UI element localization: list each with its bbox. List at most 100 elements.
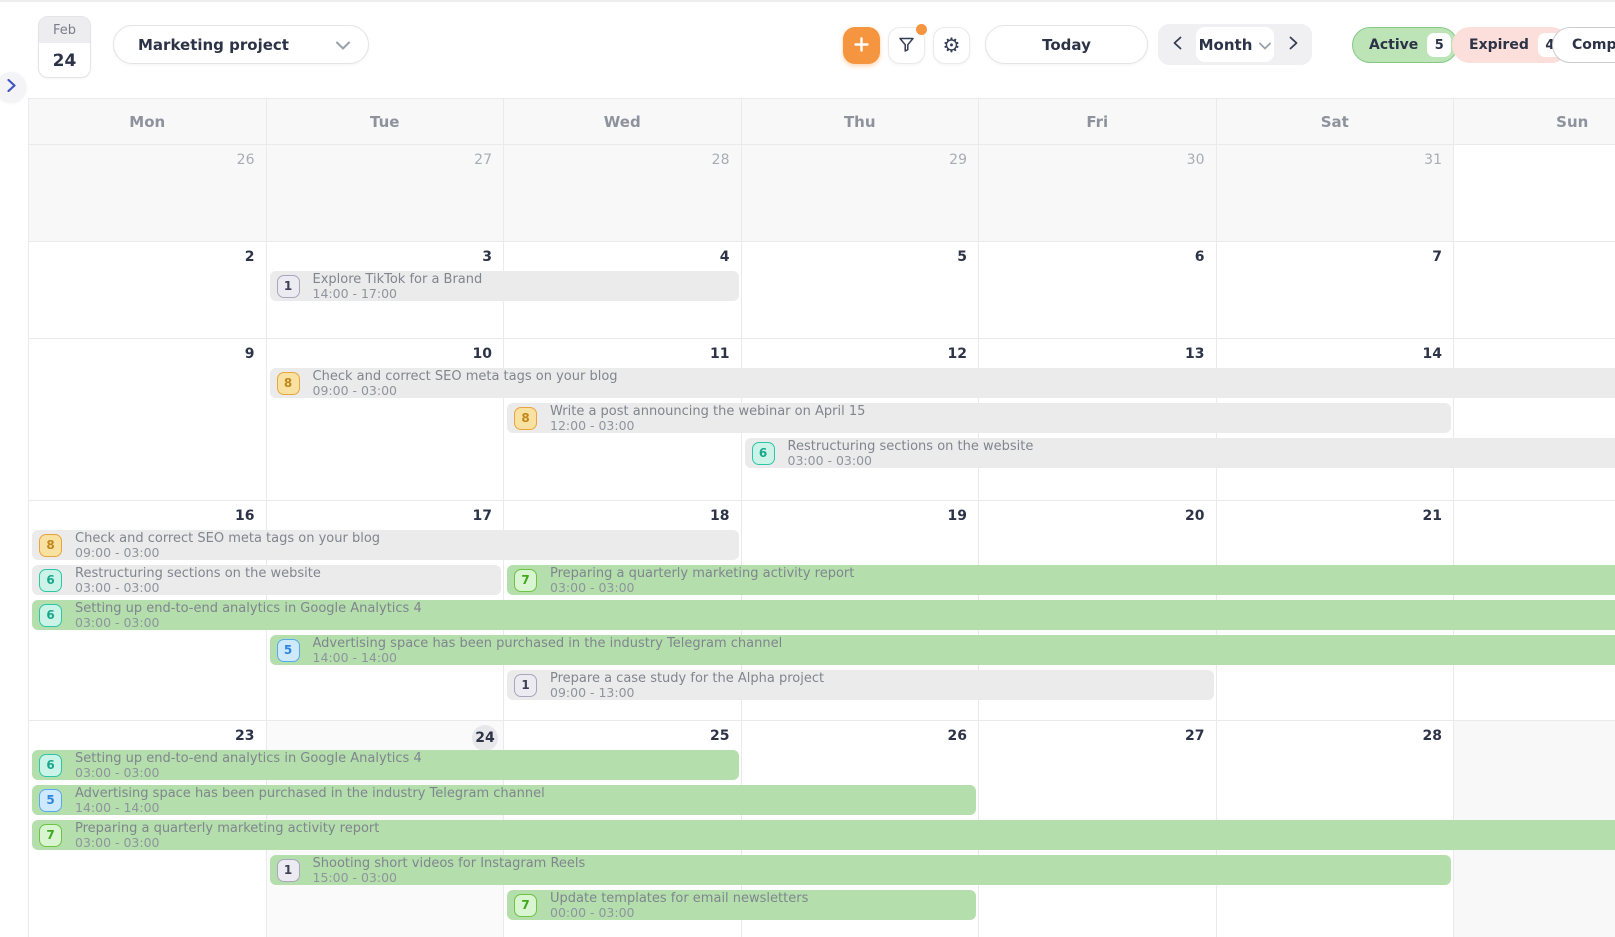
day-cell[interactable]: 2 bbox=[29, 242, 267, 338]
day-cell[interactable]: 28 bbox=[504, 145, 742, 241]
event-time: 09:00 - 03:00 bbox=[313, 384, 618, 398]
event-title: Advertising space has been purchased in … bbox=[75, 786, 545, 801]
event-title: Explore TikTok for a Brand bbox=[313, 272, 483, 287]
event-text: Restructuring sections on the website03:… bbox=[75, 566, 321, 595]
view-selector-label: Month bbox=[1199, 36, 1253, 54]
week-row: 161718192021228Check and correct SEO met… bbox=[29, 501, 1615, 721]
chevron-left-icon bbox=[1173, 36, 1182, 53]
week-row: 91011121314158Check and correct SEO meta… bbox=[29, 339, 1615, 501]
view-switcher: Month bbox=[1158, 24, 1312, 65]
event-count-badge: 7 bbox=[39, 824, 62, 847]
day-number: 10 bbox=[473, 346, 492, 362]
day-header-tue: Tue bbox=[267, 99, 505, 144]
event-bar[interactable]: 6Setting up end-to-end analytics in Goog… bbox=[32, 600, 1615, 630]
day-cell[interactable]: 15 bbox=[1454, 339, 1615, 500]
day-cell[interactable]: 31 bbox=[1217, 145, 1455, 241]
day-number: 16 bbox=[235, 508, 254, 524]
event-title: Check and correct SEO meta tags on your … bbox=[75, 531, 380, 546]
event-time: 09:00 - 13:00 bbox=[550, 686, 824, 700]
event-title: Shooting short videos for Instagram Reel… bbox=[313, 856, 586, 871]
today-button[interactable]: Today bbox=[985, 25, 1148, 64]
event-bar[interactable]: 5Advertising space has been purchased in… bbox=[270, 635, 1615, 665]
event-bar[interactable]: 8Check and correct SEO meta tags on your… bbox=[270, 368, 1615, 398]
day-cell[interactable]: 5 bbox=[742, 242, 980, 338]
event-bar[interactable]: 7 Preparing a quarterly marketing activit… bbox=[32, 820, 1615, 850]
event-bar[interactable]: 1Shooting short videos for Instagram Ree… bbox=[270, 855, 1452, 885]
event-count-badge: 6 bbox=[39, 754, 62, 777]
event-bar[interactable]: 5Advertising space has been purchased in… bbox=[32, 785, 976, 815]
event-text: Write a post announcing the webinar on A… bbox=[550, 404, 865, 433]
add-event-button[interactable] bbox=[843, 27, 880, 64]
event-bar[interactable]: 7 Preparing a quarterly marketing activit… bbox=[507, 565, 1615, 595]
event-time: 12:00 - 03:00 bbox=[550, 419, 865, 433]
event-text: Preparing a quarterly marketing activity… bbox=[75, 821, 379, 850]
day-cell[interactable]: 6 bbox=[979, 242, 1217, 338]
week-row: 23242526272816Setting up end-to-end anal… bbox=[29, 721, 1615, 937]
day-number: 19 bbox=[948, 508, 967, 524]
event-bar[interactable]: 8Write a post announcing the webinar on … bbox=[507, 403, 1451, 433]
filter-completed-pill[interactable]: Compl bbox=[1552, 27, 1615, 63]
event-title: Preparing a quarterly marketing activity… bbox=[550, 566, 854, 581]
event-count-badge: 6 bbox=[39, 569, 62, 592]
filter-expired-label: Expired bbox=[1469, 37, 1529, 53]
day-number: 4 bbox=[720, 249, 730, 265]
day-number: 21 bbox=[1423, 508, 1442, 524]
chevron-right-icon bbox=[1289, 36, 1298, 53]
day-cell[interactable]: 29 bbox=[742, 145, 980, 241]
prev-period-button[interactable] bbox=[1158, 24, 1196, 65]
day-number: 28 bbox=[712, 152, 730, 168]
project-selector-label: Marketing project bbox=[138, 36, 289, 54]
day-cell[interactable]: 10 bbox=[267, 339, 505, 500]
day-cell[interactable]: 30 bbox=[979, 145, 1217, 241]
event-count-badge: 5 bbox=[277, 639, 300, 662]
day-number: 28 bbox=[1423, 728, 1442, 744]
day-header-mon: Mon bbox=[29, 99, 267, 144]
day-cell[interactable]: 26 bbox=[29, 145, 267, 241]
day-number: 27 bbox=[474, 152, 492, 168]
event-bar[interactable]: 1Prepare a case study for the Alpha proj… bbox=[507, 670, 1214, 700]
event-text: Setting up end-to-end analytics in Googl… bbox=[75, 601, 422, 630]
day-cell[interactable]: 7 bbox=[1217, 242, 1455, 338]
event-bar[interactable]: 6 Restructuring sections on the website03… bbox=[32, 565, 501, 595]
project-selector[interactable]: Marketing project bbox=[113, 25, 369, 64]
filter-button[interactable] bbox=[888, 27, 925, 64]
next-period-button[interactable] bbox=[1274, 24, 1312, 65]
event-count-badge: 7 bbox=[514, 569, 537, 592]
event-bar[interactable]: 8Check and correct SEO meta tags on your… bbox=[32, 530, 739, 560]
event-title: Setting up end-to-end analytics in Googl… bbox=[75, 601, 422, 616]
day-number: 20 bbox=[1185, 508, 1204, 524]
sidebar-expand-button[interactable] bbox=[0, 72, 26, 102]
day-header-sun: Sun bbox=[1454, 99, 1615, 144]
day-cell[interactable]: 9 bbox=[29, 339, 267, 500]
day-number: 18 bbox=[710, 508, 729, 524]
event-title: Setting up end-to-end analytics in Googl… bbox=[75, 751, 422, 766]
filter-active-pill[interactable]: Active 5 bbox=[1352, 27, 1458, 63]
day-number: 25 bbox=[710, 728, 729, 744]
event-bar[interactable]: 6 Setting up end-to-end analytics in Goog… bbox=[32, 750, 739, 780]
day-cell[interactable]: 1 bbox=[1454, 145, 1615, 241]
day-number: 31 bbox=[1424, 152, 1442, 168]
date-badge: Feb 24 bbox=[38, 16, 91, 78]
event-bar[interactable]: 1Explore TikTok for a Brand14:00 - 17:00 bbox=[270, 271, 739, 301]
event-bar[interactable]: 6Restructuring sections on the website03… bbox=[745, 438, 1615, 468]
event-count-badge: 7 bbox=[514, 894, 537, 917]
day-number: 12 bbox=[948, 346, 967, 362]
day-number: 26 bbox=[237, 152, 255, 168]
event-title: Update templates for email newsletters bbox=[550, 891, 808, 906]
day-number: 23 bbox=[235, 728, 254, 744]
filter-active-label: Active bbox=[1369, 37, 1418, 53]
settings-button[interactable]: ⚙ bbox=[933, 27, 970, 64]
event-count-badge: 8 bbox=[277, 372, 300, 395]
gear-icon: ⚙ bbox=[943, 33, 961, 58]
event-title: Preparing a quarterly marketing activity… bbox=[75, 821, 379, 836]
event-bar[interactable]: 7 Update templates for email newsletters0… bbox=[507, 890, 976, 920]
day-number: 14 bbox=[1423, 346, 1442, 362]
view-selector[interactable]: Month bbox=[1196, 27, 1274, 62]
event-time: 03:00 - 03:00 bbox=[75, 836, 379, 850]
day-cell[interactable]: 27 bbox=[267, 145, 505, 241]
day-cell[interactable]: 8 bbox=[1454, 242, 1615, 338]
day-number: 27 bbox=[1185, 728, 1204, 744]
event-title: Prepare a case study for the Alpha proje… bbox=[550, 671, 824, 686]
event-time: 00:00 - 03:00 bbox=[550, 906, 808, 920]
day-header-thu: Thu bbox=[742, 99, 980, 144]
